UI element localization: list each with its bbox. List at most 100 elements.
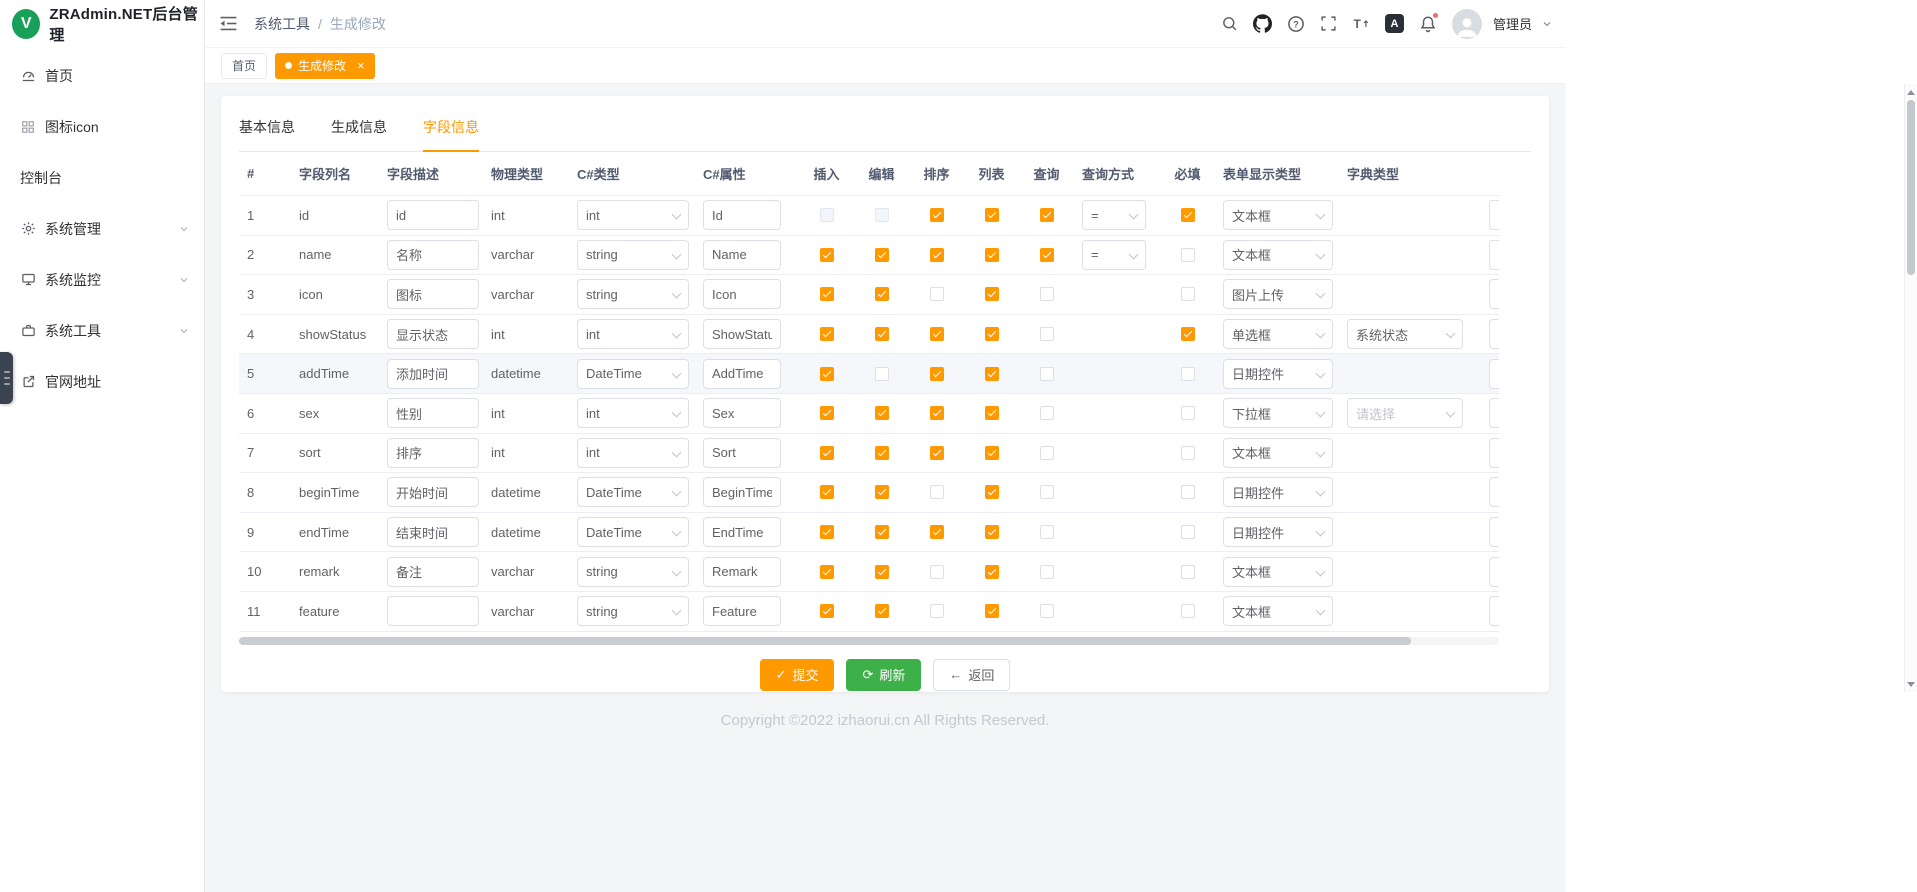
- breadcrumb-parent[interactable]: 系统工具: [254, 14, 310, 34]
- field-description-input[interactable]: [387, 596, 479, 626]
- display-type-select[interactable]: 日期控件: [1223, 517, 1333, 547]
- field-description-input[interactable]: [387, 319, 479, 349]
- display-type-select[interactable]: 下拉框: [1223, 398, 1333, 428]
- tab-field-info[interactable]: 字段信息: [423, 96, 479, 152]
- insert-checkbox[interactable]: [820, 485, 834, 499]
- cs-property-input[interactable]: [703, 517, 781, 547]
- insert-checkbox[interactable]: [820, 446, 834, 460]
- tag-gen-edit[interactable]: 生成修改 ×: [275, 53, 375, 79]
- sort-checkbox[interactable]: [930, 367, 944, 381]
- sidebar-item-console[interactable]: 控制台: [0, 152, 204, 203]
- edit-checkbox[interactable]: [875, 485, 889, 499]
- query-checkbox[interactable]: [1040, 565, 1054, 579]
- sidebar-item-system-monitor[interactable]: 系统监控: [0, 254, 204, 305]
- tab-gen-info[interactable]: 生成信息: [331, 96, 387, 152]
- list-checkbox[interactable]: [985, 287, 999, 301]
- app-logo[interactable]: V ZRAdmin.NET后台管理: [0, 0, 204, 48]
- fullscreen-icon[interactable]: [1320, 15, 1337, 32]
- cs-type-select[interactable]: DateTime: [577, 477, 689, 507]
- help-icon[interactable]: ?: [1287, 15, 1305, 33]
- sort-checkbox[interactable]: [930, 446, 944, 460]
- list-checkbox[interactable]: [985, 525, 999, 539]
- sort-checkbox[interactable]: [930, 565, 944, 579]
- edit-checkbox[interactable]: [875, 565, 889, 579]
- list-checkbox[interactable]: [985, 208, 999, 222]
- sort-checkbox[interactable]: [930, 525, 944, 539]
- clipped-input[interactable]: [1489, 200, 1499, 230]
- display-type-select[interactable]: 单选框: [1223, 319, 1333, 349]
- user-name[interactable]: 管理员: [1493, 14, 1532, 33]
- required-checkbox[interactable]: [1181, 327, 1195, 341]
- cs-type-select[interactable]: DateTime: [577, 517, 689, 547]
- insert-checkbox[interactable]: [820, 327, 834, 341]
- sidebar-item-website[interactable]: 官网地址: [0, 356, 204, 407]
- font-size-icon[interactable]: T: [1352, 15, 1370, 33]
- list-checkbox[interactable]: [985, 327, 999, 341]
- insert-checkbox[interactable]: [820, 525, 834, 539]
- sort-checkbox[interactable]: [930, 485, 944, 499]
- sidebar-item-system-manage[interactable]: 系统管理: [0, 203, 204, 254]
- list-checkbox[interactable]: [985, 604, 999, 618]
- chevron-down-icon[interactable]: [1541, 18, 1553, 30]
- cs-property-input[interactable]: [703, 319, 781, 349]
- clipped-input[interactable]: [1489, 279, 1499, 309]
- cs-type-select[interactable]: string: [577, 240, 689, 270]
- cs-property-input[interactable]: [703, 557, 781, 587]
- display-type-select[interactable]: 文本框: [1223, 438, 1333, 468]
- edit-checkbox[interactable]: [875, 287, 889, 301]
- list-checkbox[interactable]: [985, 565, 999, 579]
- sidebar-item-home[interactable]: 首页: [0, 50, 204, 101]
- clipped-input[interactable]: [1489, 557, 1499, 587]
- list-checkbox[interactable]: [985, 485, 999, 499]
- query-checkbox[interactable]: [1040, 525, 1054, 539]
- clipped-input[interactable]: [1489, 477, 1499, 507]
- vertical-scrollbar-thumb[interactable]: [1907, 100, 1915, 275]
- cs-type-select[interactable]: int: [577, 200, 689, 230]
- cs-type-select[interactable]: int: [577, 319, 689, 349]
- sort-checkbox[interactable]: [930, 327, 944, 341]
- query-checkbox[interactable]: [1040, 208, 1054, 222]
- cs-property-input[interactable]: [703, 200, 781, 230]
- tab-basic-info[interactable]: 基本信息: [239, 96, 295, 152]
- field-description-input[interactable]: [387, 398, 479, 428]
- query-checkbox[interactable]: [1040, 327, 1054, 341]
- sort-checkbox[interactable]: [930, 287, 944, 301]
- edit-checkbox[interactable]: [875, 208, 889, 222]
- edit-checkbox[interactable]: [875, 327, 889, 341]
- display-type-select[interactable]: 文本框: [1223, 200, 1333, 230]
- required-checkbox[interactable]: [1181, 485, 1195, 499]
- drawer-handle[interactable]: [0, 352, 13, 404]
- cs-type-select[interactable]: int: [577, 438, 689, 468]
- clipped-input[interactable]: [1489, 517, 1499, 547]
- clipped-input[interactable]: [1489, 596, 1499, 626]
- required-checkbox[interactable]: [1181, 248, 1195, 262]
- display-type-select[interactable]: 图片上传: [1223, 279, 1333, 309]
- required-checkbox[interactable]: [1181, 367, 1195, 381]
- sort-checkbox[interactable]: [930, 604, 944, 618]
- insert-checkbox[interactable]: [820, 208, 834, 222]
- insert-checkbox[interactable]: [820, 287, 834, 301]
- field-description-input[interactable]: [387, 240, 479, 270]
- clipped-input[interactable]: [1489, 359, 1499, 389]
- display-type-select[interactable]: 日期控件: [1223, 477, 1333, 507]
- cs-property-input[interactable]: [703, 398, 781, 428]
- field-description-input[interactable]: [387, 279, 479, 309]
- list-checkbox[interactable]: [985, 248, 999, 262]
- language-icon[interactable]: A: [1385, 14, 1404, 33]
- insert-checkbox[interactable]: [820, 367, 834, 381]
- list-checkbox[interactable]: [985, 406, 999, 420]
- required-checkbox[interactable]: [1181, 604, 1195, 618]
- query-checkbox[interactable]: [1040, 485, 1054, 499]
- sidebar-item-system-tools[interactable]: 系统工具: [0, 305, 204, 356]
- horizontal-scrollbar-thumb[interactable]: [239, 637, 1411, 645]
- query-checkbox[interactable]: [1040, 367, 1054, 381]
- query-type-select[interactable]: =: [1082, 200, 1146, 230]
- tag-home[interactable]: 首页: [221, 53, 267, 79]
- refresh-button[interactable]: ⟳ 刷新: [846, 659, 921, 691]
- clipped-input[interactable]: [1489, 398, 1499, 428]
- cs-type-select[interactable]: string: [577, 557, 689, 587]
- query-checkbox[interactable]: [1040, 446, 1054, 460]
- edit-checkbox[interactable]: [875, 406, 889, 420]
- back-button[interactable]: ← 返回: [933, 659, 1010, 691]
- insert-checkbox[interactable]: [820, 248, 834, 262]
